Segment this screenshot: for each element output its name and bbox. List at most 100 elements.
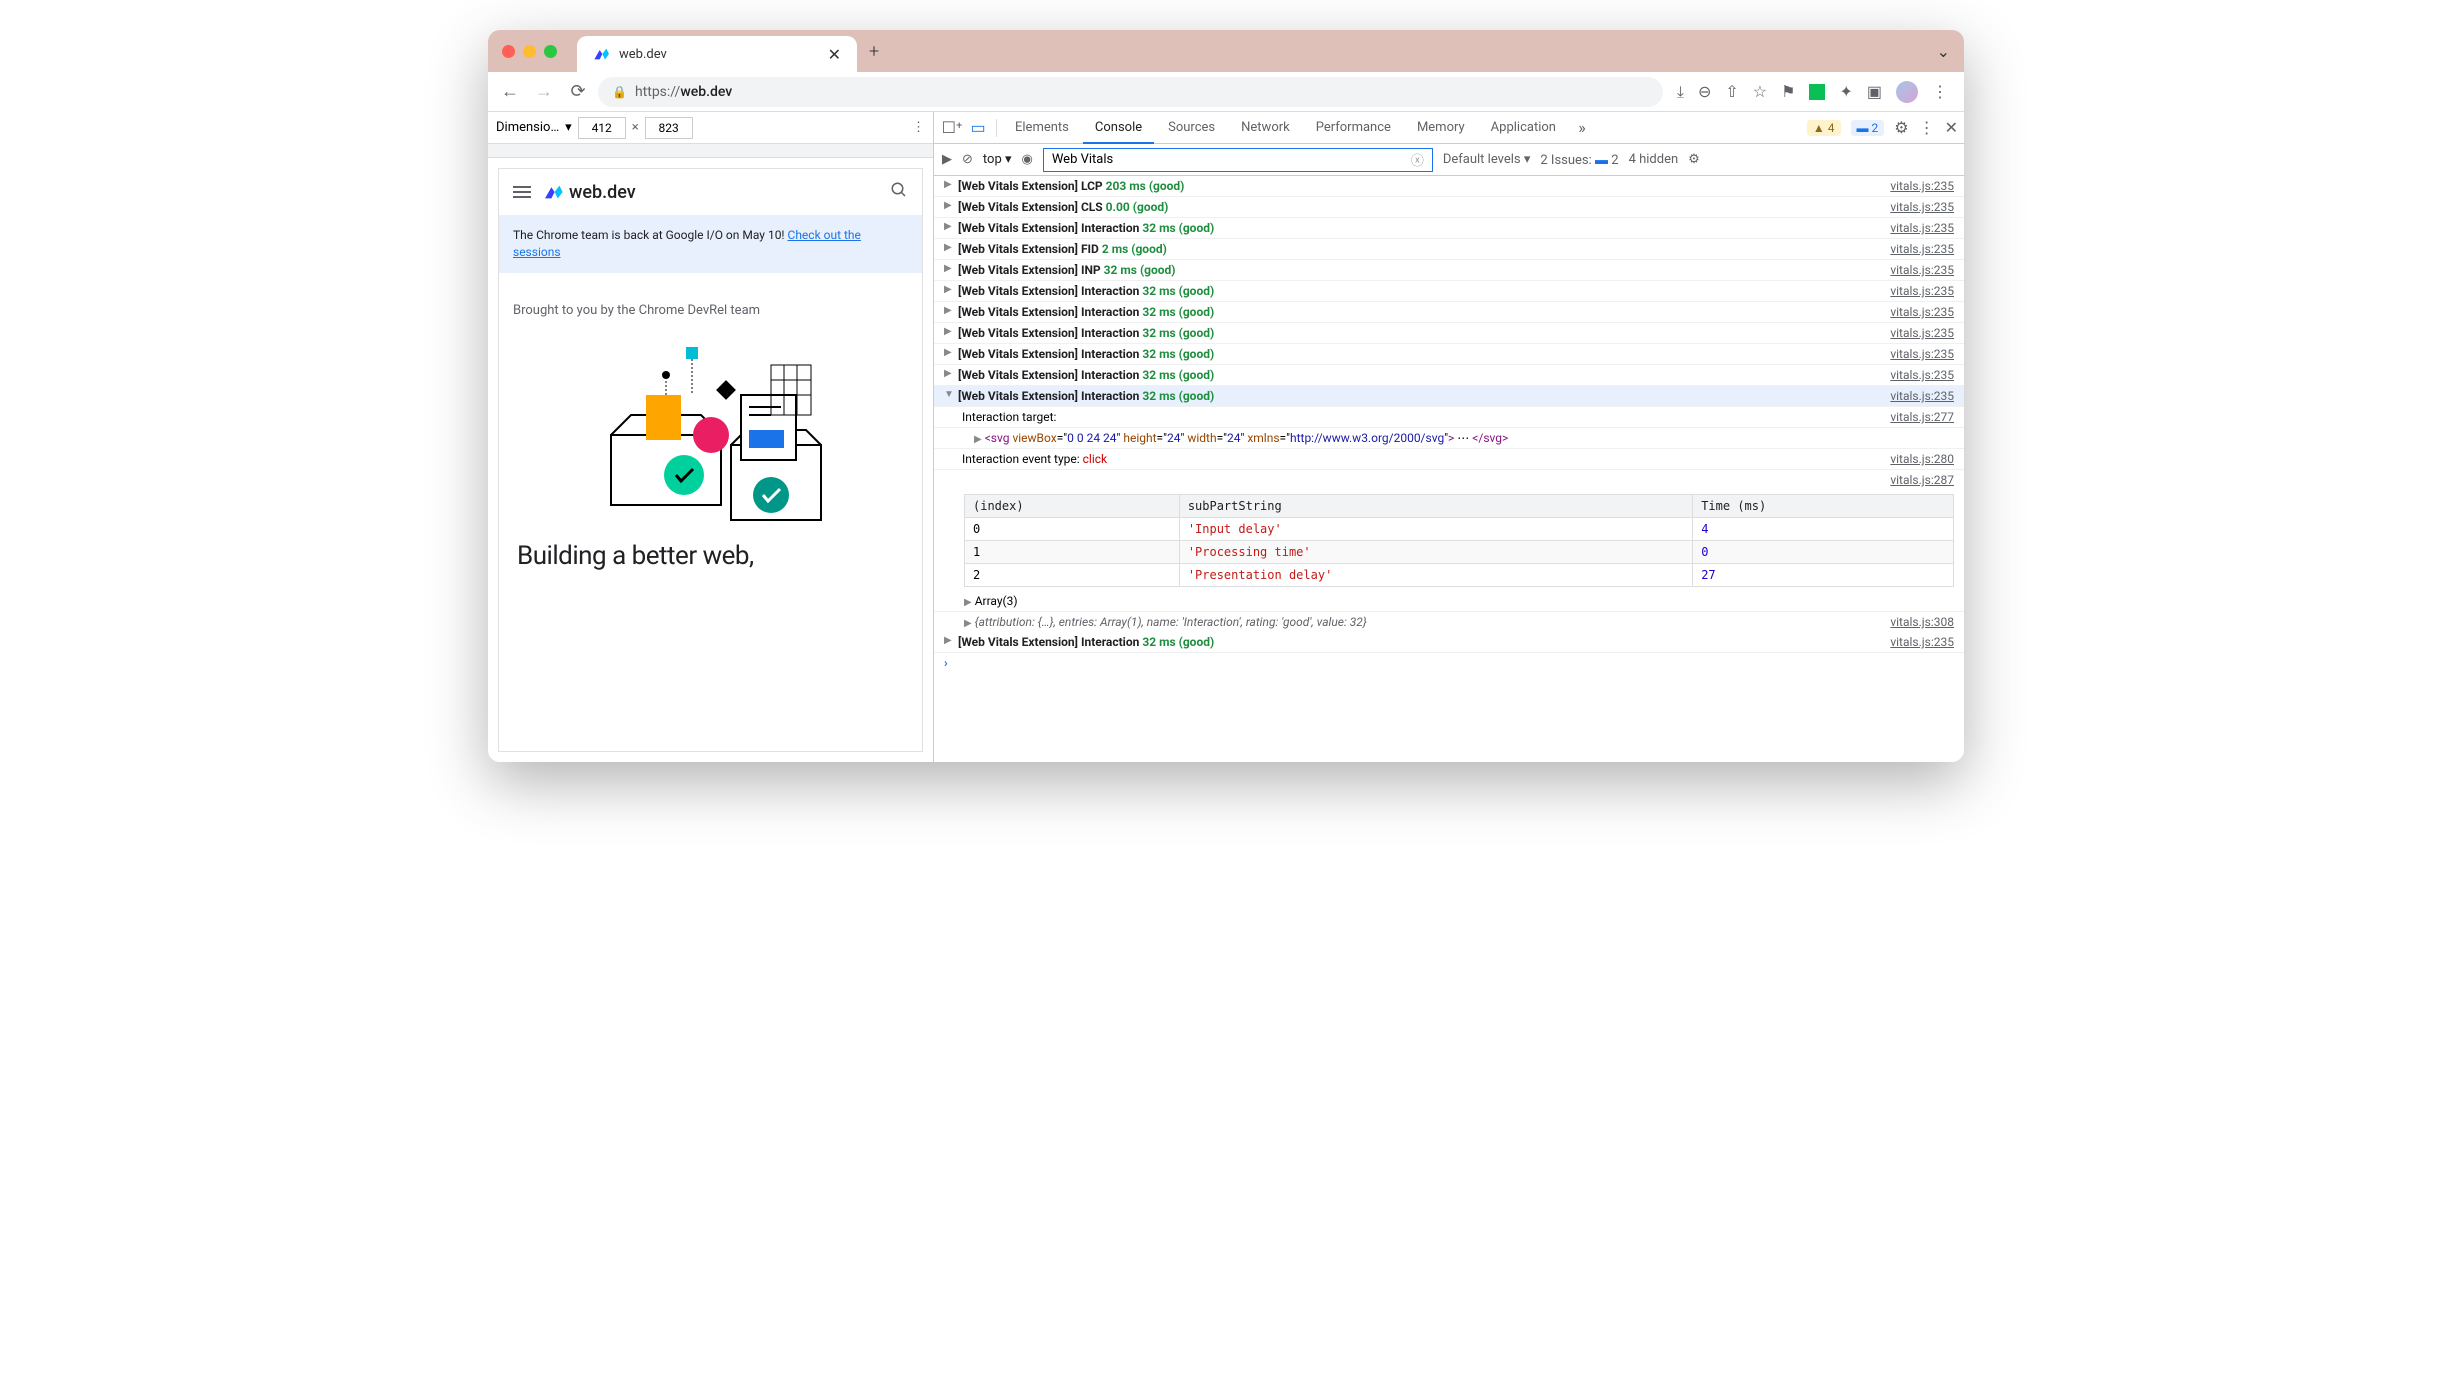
source-link[interactable]: vitals.js:235 bbox=[1890, 179, 1954, 193]
source-link[interactable]: vitals.js:277 bbox=[1890, 410, 1954, 424]
source-link[interactable]: vitals.js:235 bbox=[1890, 242, 1954, 256]
tab-memory[interactable]: Memory bbox=[1405, 112, 1477, 144]
console-log-row[interactable]: ▶ [Web Vitals Extension] Interaction 32 … bbox=[934, 281, 1964, 302]
disclosure-icon[interactable]: ▶ bbox=[944, 305, 958, 316]
console-body[interactable]: ▶ [Web Vitals Extension] LCP 203 ms (goo… bbox=[934, 176, 1964, 762]
console-log-row[interactable]: ▶ [Web Vitals Extension] FID 2 ms (good)… bbox=[934, 239, 1964, 260]
disclosure-icon[interactable]: ▼ bbox=[944, 389, 958, 400]
disclosure-icon[interactable]: ▶ bbox=[944, 263, 958, 274]
tab-elements[interactable]: Elements bbox=[1003, 112, 1081, 144]
close-tab-icon[interactable]: ✕ bbox=[828, 45, 841, 64]
hidden-count[interactable]: 4 hidden bbox=[1629, 152, 1679, 167]
close-devtools-icon[interactable]: ✕ bbox=[1945, 118, 1958, 137]
extensions-icon[interactable]: ✦ bbox=[1839, 82, 1852, 101]
source-link[interactable]: vitals.js:308 bbox=[1890, 615, 1954, 629]
console-log-row[interactable]: ▶ [Web Vitals Extension] Interaction 32 … bbox=[934, 632, 1964, 653]
disclosure-icon[interactable]: ▶ bbox=[944, 347, 958, 358]
toggle-sidebar-icon[interactable]: ▶ bbox=[942, 152, 952, 167]
warnings-badge[interactable]: ▲ 4 bbox=[1807, 120, 1841, 136]
console-log-row[interactable]: ▶ [Web Vitals Extension] CLS 0.00 (good)… bbox=[934, 197, 1964, 218]
array-expand[interactable]: ▶ Array(3) bbox=[934, 591, 1964, 612]
tab-console[interactable]: Console bbox=[1083, 112, 1154, 144]
width-input[interactable] bbox=[578, 117, 626, 139]
source-link[interactable]: vitals.js:235 bbox=[1890, 347, 1954, 361]
console-log-row[interactable]: ▶ [Web Vitals Extension] Interaction 32 … bbox=[934, 344, 1964, 365]
flag-icon[interactable]: ⚑ bbox=[1781, 82, 1795, 101]
console-log-row[interactable]: ▶ [Web Vitals Extension] Interaction 32 … bbox=[934, 302, 1964, 323]
source-link[interactable]: vitals.js:235 bbox=[1890, 305, 1954, 319]
extension-icon[interactable] bbox=[1809, 84, 1825, 100]
url-input[interactable]: 🔒 https://web.dev bbox=[598, 77, 1663, 107]
clear-console-icon[interactable]: ⊘ bbox=[962, 152, 973, 167]
tab-overflow-icon[interactable]: ⌄ bbox=[1937, 42, 1950, 61]
issues-badge[interactable]: ▬ 2 bbox=[1851, 120, 1885, 136]
source-link[interactable]: vitals.js:235 bbox=[1890, 284, 1954, 298]
profile-avatar[interactable] bbox=[1896, 81, 1918, 103]
console-settings-icon[interactable]: ⚙ bbox=[1688, 152, 1700, 167]
height-input[interactable] bbox=[645, 117, 693, 139]
dimensions-dropdown-icon[interactable]: ▾ bbox=[565, 120, 572, 135]
source-link[interactable]: vitals.js:235 bbox=[1890, 326, 1954, 340]
bookmark-icon[interactable]: ☆ bbox=[1753, 82, 1767, 101]
console-log-row[interactable]: ▶ [Web Vitals Extension] Interaction 32 … bbox=[934, 323, 1964, 344]
object-expand[interactable]: ▶ {attribution: {…}, entries: Array(1), … bbox=[934, 612, 1964, 632]
disclosure-icon[interactable]: ▶ bbox=[944, 179, 958, 190]
disclosure-icon[interactable]: ▶ bbox=[944, 635, 958, 646]
device-more-icon[interactable]: ⋮ bbox=[912, 120, 925, 135]
disclosure-icon[interactable]: ▶ bbox=[944, 200, 958, 211]
devtools-more-icon[interactable]: ⋮ bbox=[1919, 118, 1935, 137]
svg-element-line[interactable]: ▶ <svg viewBox="0 0 24 24" height="24" w… bbox=[934, 428, 1964, 449]
close-window-icon[interactable] bbox=[502, 45, 515, 58]
tab-network[interactable]: Network bbox=[1229, 112, 1302, 144]
new-tab-button[interactable]: + bbox=[869, 41, 879, 62]
device-mode-icon[interactable]: ▭ bbox=[966, 118, 990, 137]
zoom-icon[interactable]: ⊖ bbox=[1698, 82, 1711, 101]
console-prompt[interactable]: › bbox=[934, 653, 1964, 673]
inspect-icon[interactable]: ☐⁺ bbox=[940, 118, 964, 137]
more-tabs-icon[interactable]: » bbox=[1570, 118, 1594, 137]
dimensions-label[interactable]: Dimensio… bbox=[496, 120, 559, 135]
issues-link[interactable]: 2 Issues: ▬ 2 bbox=[1540, 152, 1618, 168]
site-logo[interactable]: web.dev bbox=[543, 182, 636, 203]
back-button[interactable]: ← bbox=[496, 78, 524, 106]
disclosure-icon[interactable]: ▶ bbox=[944, 242, 958, 253]
panel-icon[interactable]: ▣ bbox=[1867, 82, 1882, 101]
table-row: 1'Processing time'0 bbox=[965, 541, 1954, 564]
tab-performance[interactable]: Performance bbox=[1304, 112, 1403, 144]
settings-icon[interactable]: ⚙ bbox=[1894, 118, 1908, 137]
disclosure-icon[interactable]: ▶ bbox=[944, 221, 958, 232]
share-icon[interactable]: ⇧ bbox=[1725, 82, 1738, 101]
search-icon[interactable] bbox=[890, 181, 908, 203]
source-link[interactable]: vitals.js:235 bbox=[1890, 389, 1954, 403]
menu-icon[interactable]: ⋮ bbox=[1932, 82, 1948, 101]
source-link[interactable]: vitals.js:280 bbox=[1890, 452, 1954, 466]
install-icon[interactable]: ⤓ bbox=[1677, 82, 1684, 102]
minimize-window-icon[interactable] bbox=[523, 45, 536, 58]
console-log-row[interactable]: ▼ [Web Vitals Extension] Interaction 32 … bbox=[934, 386, 1964, 407]
source-link[interactable]: vitals.js:235 bbox=[1890, 263, 1954, 277]
source-link[interactable]: vitals.js:287 bbox=[1890, 473, 1954, 487]
clear-filter-icon[interactable]: ⓧ bbox=[1411, 150, 1424, 169]
source-link[interactable]: vitals.js:235 bbox=[1890, 200, 1954, 214]
console-log-row[interactable]: ▶ [Web Vitals Extension] INP 32 ms (good… bbox=[934, 260, 1964, 281]
disclosure-icon[interactable]: ▶ bbox=[944, 326, 958, 337]
log-levels-selector[interactable]: Default levels ▾ bbox=[1443, 152, 1531, 167]
source-link[interactable]: vitals.js:235 bbox=[1890, 635, 1954, 649]
menu-icon[interactable] bbox=[513, 186, 531, 198]
browser-tab[interactable]: web.dev ✕ bbox=[577, 36, 857, 72]
source-link[interactable]: vitals.js:235 bbox=[1890, 368, 1954, 382]
maximize-window-icon[interactable] bbox=[544, 45, 557, 58]
console-log-row[interactable]: ▶ [Web Vitals Extension] Interaction 32 … bbox=[934, 218, 1964, 239]
console-log-row[interactable]: ▶ [Web Vitals Extension] LCP 203 ms (goo… bbox=[934, 176, 1964, 197]
live-expression-icon[interactable]: ◉ bbox=[1022, 152, 1033, 167]
tab-application[interactable]: Application bbox=[1479, 112, 1568, 144]
source-link[interactable]: vitals.js:235 bbox=[1890, 221, 1954, 235]
console-log-row[interactable]: ▶ [Web Vitals Extension] Interaction 32 … bbox=[934, 365, 1964, 386]
context-selector[interactable]: top ▾ bbox=[983, 152, 1012, 167]
filter-input[interactable]: Web Vitals ⓧ bbox=[1043, 148, 1433, 172]
forward-button[interactable]: → bbox=[530, 78, 558, 106]
tab-sources[interactable]: Sources bbox=[1156, 112, 1227, 144]
disclosure-icon[interactable]: ▶ bbox=[944, 284, 958, 295]
reload-button[interactable]: ⟳ bbox=[564, 78, 592, 106]
disclosure-icon[interactable]: ▶ bbox=[944, 368, 958, 379]
